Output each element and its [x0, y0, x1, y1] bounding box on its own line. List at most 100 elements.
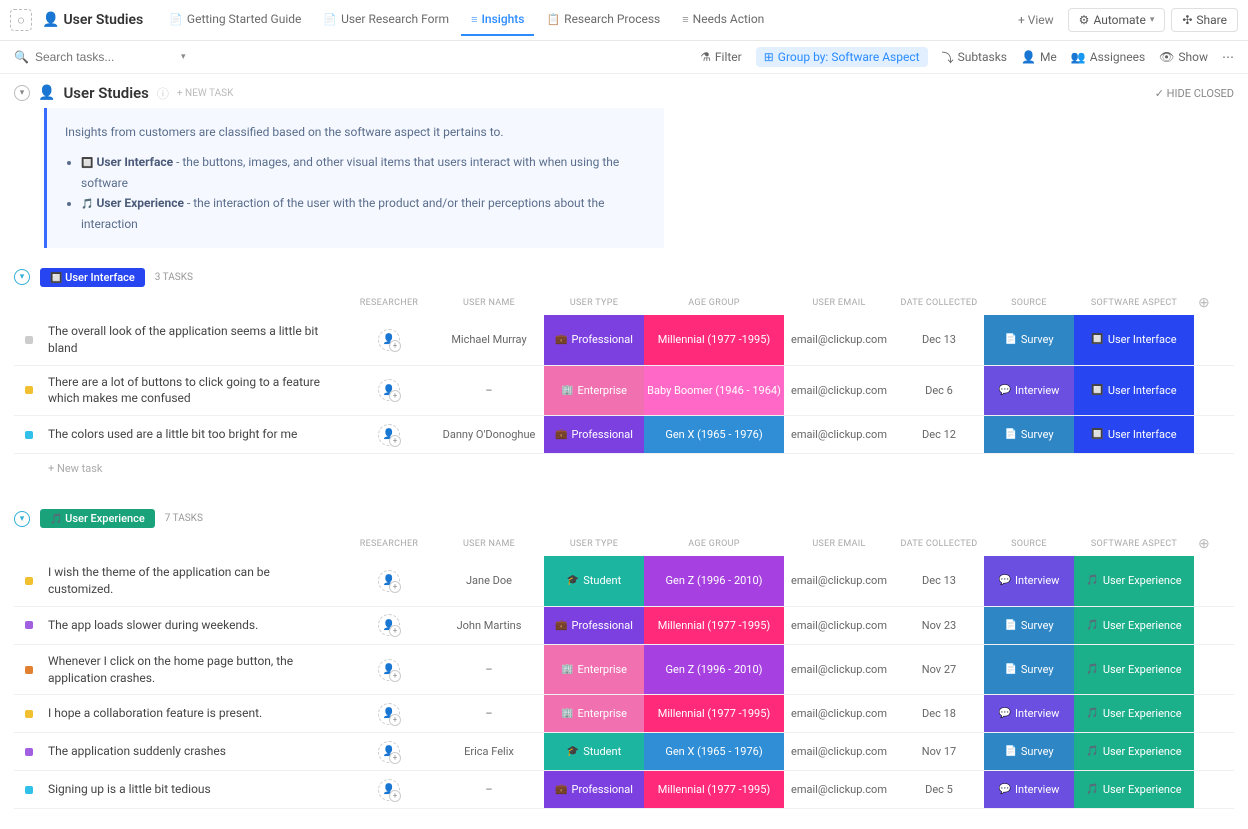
- col-researcher[interactable]: RESEARCHER: [344, 539, 434, 549]
- table-row[interactable]: The colors used are a little bit too bri…: [14, 416, 1234, 454]
- share-button[interactable]: ✣Share: [1171, 8, 1238, 32]
- cell-date[interactable]: Nov 17: [894, 733, 984, 770]
- workspace-title[interactable]: User Studies: [63, 12, 143, 28]
- tab-user-research-form[interactable]: 📄User Research Form: [313, 4, 459, 36]
- group-by-button[interactable]: ⊞Group by: Software Aspect: [756, 47, 928, 67]
- researcher-avatar[interactable]: 👤: [378, 779, 400, 801]
- col-researcher[interactable]: RESEARCHER: [344, 298, 434, 308]
- group-pill[interactable]: 🔲 User Interface: [40, 268, 145, 287]
- show-button[interactable]: 👁Show: [1159, 50, 1208, 64]
- cell-source[interactable]: 💬Interview: [984, 695, 1074, 732]
- table-row[interactable]: Whenever I click on the home page button…: [14, 645, 1234, 696]
- cell-source[interactable]: 📄Survey: [984, 733, 1074, 770]
- table-row[interactable]: The application suddenly crashes 👤 Erica…: [14, 733, 1234, 771]
- status-dot[interactable]: [25, 786, 33, 794]
- cell-age-group[interactable]: Gen X (1965 - 1976): [644, 733, 784, 770]
- cell-source[interactable]: 📄Survey: [984, 645, 1074, 695]
- col-source[interactable]: SOURCE: [984, 298, 1074, 308]
- cell-age-group[interactable]: Gen X (1965 - 1976): [644, 416, 784, 453]
- assignees-button[interactable]: 👥Assignees: [1071, 50, 1145, 64]
- col-aspect[interactable]: SOFTWARE ASPECT: [1074, 539, 1194, 549]
- search-chevron-icon[interactable]: ▾: [181, 52, 186, 62]
- cell-aspect[interactable]: 🎵User Experience: [1074, 645, 1194, 695]
- cell-date[interactable]: Dec 18: [894, 695, 984, 732]
- cell-aspect[interactable]: 🔲User Interface: [1074, 416, 1194, 453]
- cell-user-type[interactable]: 💼Professional: [544, 771, 644, 808]
- subtasks-button[interactable]: ⤵Subtasks: [942, 49, 1007, 66]
- cell-aspect[interactable]: 🎵User Experience: [1074, 695, 1194, 732]
- add-column-button[interactable]: ⊕: [1194, 536, 1214, 552]
- info-icon[interactable]: ⓘ: [157, 85, 169, 102]
- cell-user-email[interactable]: email@clickup.com: [784, 607, 894, 644]
- filter-button[interactable]: ⚗Filter: [700, 50, 742, 64]
- cell-user-type[interactable]: 🎓Student: [544, 733, 644, 770]
- task-name[interactable]: I hope a collaboration feature is presen…: [44, 695, 344, 732]
- cell-age-group[interactable]: Gen Z (1996 - 2010): [644, 556, 784, 606]
- cell-user-email[interactable]: email@clickup.com: [784, 645, 894, 695]
- cell-source[interactable]: 💬Interview: [984, 366, 1074, 416]
- cell-user-email[interactable]: email@clickup.com: [784, 733, 894, 770]
- table-row[interactable]: There are a lot of buttons to click goin…: [14, 366, 1234, 417]
- cell-source[interactable]: 📄Survey: [984, 315, 1074, 365]
- cell-user-name[interactable]: –: [434, 366, 544, 416]
- researcher-avatar[interactable]: 👤: [378, 703, 400, 725]
- cell-date[interactable]: Dec 12: [894, 416, 984, 453]
- cell-user-email[interactable]: email@clickup.com: [784, 416, 894, 453]
- cell-user-type[interactable]: 🏢Enterprise: [544, 695, 644, 732]
- col-user-type[interactable]: USER TYPE: [544, 539, 644, 549]
- status-dot[interactable]: [25, 336, 33, 344]
- col-user-type[interactable]: USER TYPE: [544, 298, 644, 308]
- add-column-button[interactable]: ⊕: [1194, 295, 1214, 311]
- cell-age-group[interactable]: Millennial (1977 -1995): [644, 771, 784, 808]
- task-name[interactable]: The overall look of the application seem…: [44, 315, 344, 365]
- researcher-avatar[interactable]: 👤: [378, 570, 400, 592]
- cell-user-type[interactable]: 🏢Enterprise: [544, 645, 644, 695]
- col-user-name[interactable]: USER NAME: [434, 539, 544, 549]
- cell-source[interactable]: 📄Survey: [984, 607, 1074, 644]
- status-dot[interactable]: [25, 621, 33, 629]
- tab-getting-started-guide[interactable]: 📄Getting Started Guide: [159, 4, 311, 36]
- status-dot[interactable]: [25, 386, 33, 394]
- cell-date[interactable]: Dec 13: [894, 315, 984, 365]
- cell-date[interactable]: Nov 23: [894, 607, 984, 644]
- cell-user-type[interactable]: 🏢Enterprise: [544, 366, 644, 416]
- cell-source[interactable]: 💬Interview: [984, 771, 1074, 808]
- researcher-avatar[interactable]: 👤: [378, 424, 400, 446]
- table-row[interactable]: The app loads slower during weekends. 👤 …: [14, 607, 1234, 645]
- cell-date[interactable]: Nov 27: [894, 645, 984, 695]
- cell-age-group[interactable]: Gen Z (1996 - 2010): [644, 645, 784, 695]
- cell-user-name[interactable]: John Martins: [434, 607, 544, 644]
- status-dot[interactable]: [25, 666, 33, 674]
- status-dot[interactable]: [25, 431, 33, 439]
- cell-date[interactable]: Dec 6: [894, 366, 984, 416]
- app-logo-icon[interactable]: ◌: [10, 9, 32, 31]
- cell-aspect[interactable]: 🎵User Experience: [1074, 771, 1194, 808]
- table-row[interactable]: The overall look of the application seem…: [14, 315, 1234, 366]
- researcher-avatar[interactable]: 👤: [378, 379, 400, 401]
- col-user-email[interactable]: USER EMAIL: [784, 298, 894, 308]
- group-toggle[interactable]: ▾: [14, 511, 30, 527]
- cell-date[interactable]: Dec 13: [894, 556, 984, 606]
- col-aspect[interactable]: SOFTWARE ASPECT: [1074, 298, 1194, 308]
- cell-user-name[interactable]: –: [434, 695, 544, 732]
- me-button[interactable]: 👤Me: [1021, 50, 1057, 64]
- table-row[interactable]: I wish the theme of the application can …: [14, 556, 1234, 607]
- cell-user-email[interactable]: email@clickup.com: [784, 556, 894, 606]
- table-row[interactable]: Signing up is a little bit tedious 👤 – 💼…: [14, 771, 1234, 809]
- cell-user-name[interactable]: Danny O'Donoghue: [434, 416, 544, 453]
- cell-user-email[interactable]: email@clickup.com: [784, 366, 894, 416]
- collapse-icon[interactable]: ▾: [14, 85, 30, 101]
- researcher-avatar[interactable]: 👤: [378, 741, 400, 763]
- cell-user-type[interactable]: 💼Professional: [544, 315, 644, 365]
- cell-user-email[interactable]: email@clickup.com: [784, 315, 894, 365]
- hide-closed-button[interactable]: ✓ HIDE CLOSED: [1155, 87, 1234, 100]
- cell-user-name[interactable]: –: [434, 645, 544, 695]
- status-dot[interactable]: [25, 710, 33, 718]
- researcher-avatar[interactable]: 👤: [378, 614, 400, 636]
- table-row[interactable]: I hope a collaboration feature is presen…: [14, 695, 1234, 733]
- cell-aspect[interactable]: 🎵User Experience: [1074, 733, 1194, 770]
- tab-research-process[interactable]: 📋Research Process: [536, 4, 670, 36]
- cell-date[interactable]: Dec 5: [894, 771, 984, 808]
- cell-user-type[interactable]: 💼Professional: [544, 416, 644, 453]
- col-date[interactable]: DATE COLLECTED: [894, 298, 984, 308]
